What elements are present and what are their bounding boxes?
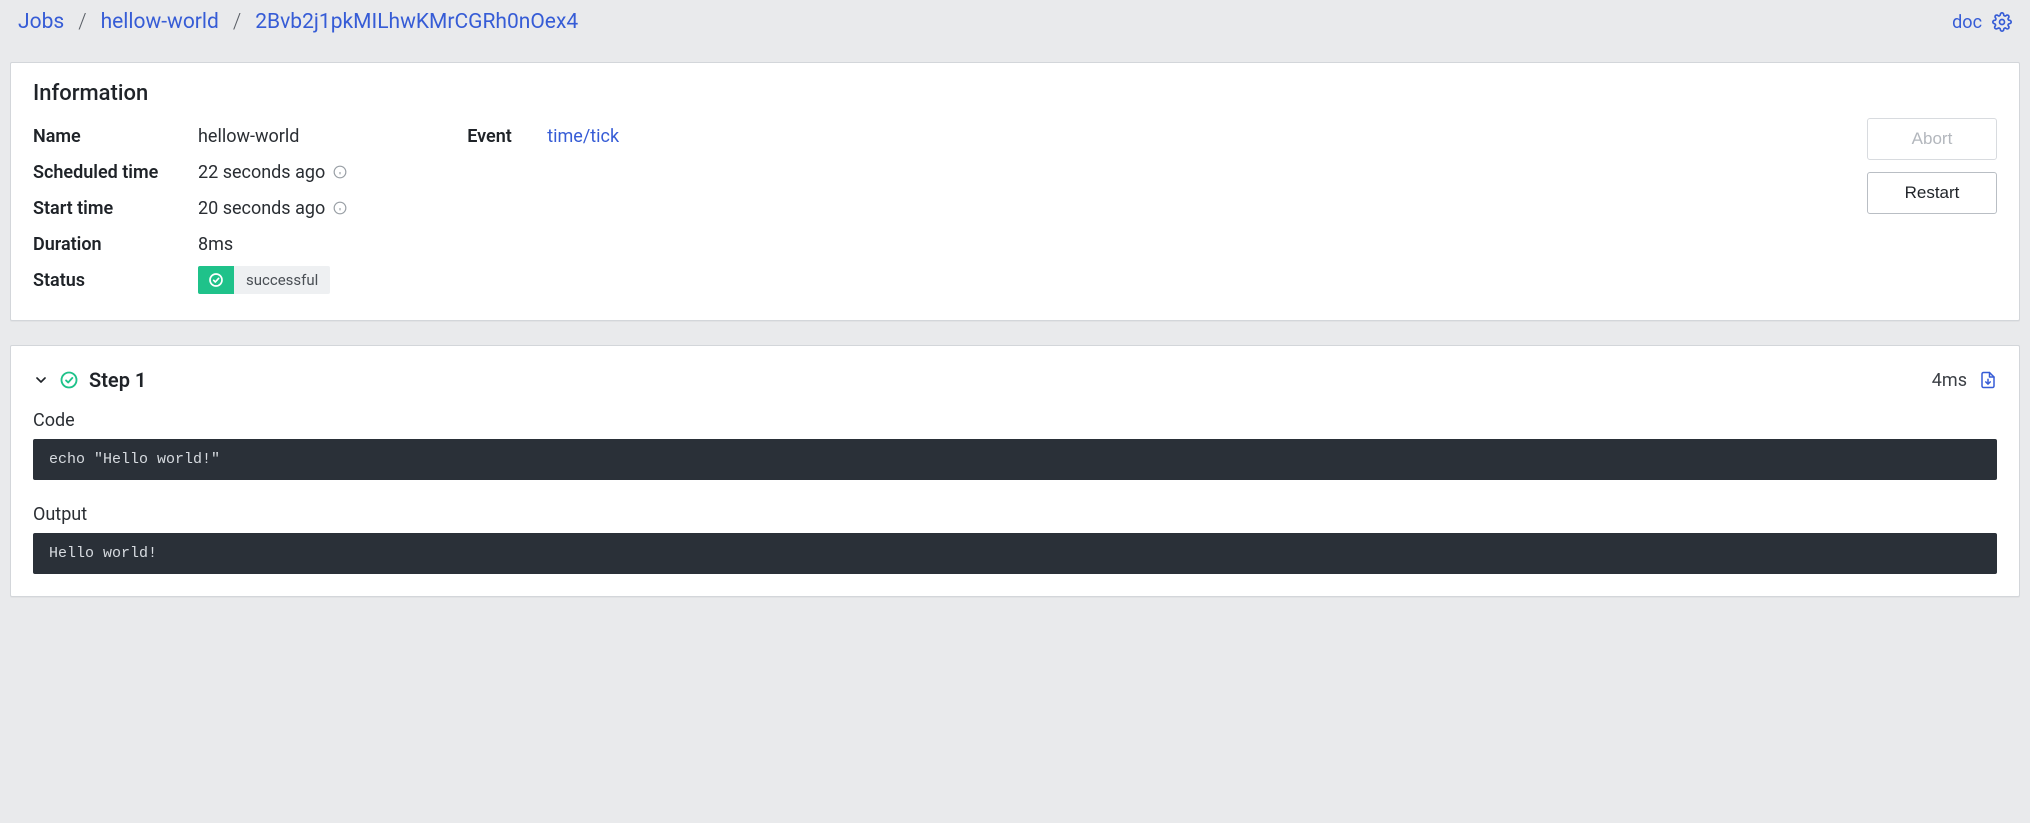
step-title: Step 1 [89, 368, 146, 392]
info-value-name: hellow-world [198, 126, 299, 147]
info-label-event: Event [467, 126, 547, 147]
doc-link[interactable]: doc [1952, 12, 1982, 33]
breadcrumb-job-link[interactable]: hellow-world [101, 10, 219, 34]
information-card: Information Name hellow-world Scheduled … [10, 62, 2020, 321]
info-value-scheduled-time: 22 seconds ago [198, 162, 325, 183]
breadcrumb-jobs-link[interactable]: Jobs [18, 10, 64, 34]
gear-icon [1992, 12, 2012, 32]
breadcrumb-separator: / [233, 10, 241, 34]
code-label: Code [33, 410, 1997, 431]
info-label-status: Status [33, 270, 198, 291]
info-label-duration: Duration [33, 234, 198, 255]
info-label-scheduled-time: Scheduled time [33, 162, 198, 183]
status-badge: successful [198, 266, 330, 294]
download-button[interactable] [1979, 371, 1997, 389]
breadcrumb-run-id[interactable]: 2Bvb2j1pkMILhwKMrCGRh0nOex4 [255, 10, 578, 34]
status-success-icon [198, 266, 234, 294]
code-block: echo "Hello world!" [33, 439, 1997, 480]
output-block: Hello world! [33, 533, 1997, 574]
download-icon [1979, 371, 1997, 389]
restart-button[interactable]: Restart [1867, 172, 1997, 214]
info-label-start-time: Start time [33, 198, 198, 219]
chevron-down-icon[interactable] [33, 372, 49, 388]
info-label-name: Name [33, 126, 198, 147]
abort-button: Abort [1867, 118, 1997, 160]
settings-button[interactable] [1992, 12, 2012, 32]
step-card: Step 1 4ms Code echo "Hello world!" [10, 345, 2020, 597]
info-value-start-time: 20 seconds ago [198, 198, 325, 219]
information-title: Information [33, 81, 1997, 106]
info-icon[interactable] [333, 201, 347, 215]
step-success-icon [59, 370, 79, 390]
info-value-event-link[interactable]: time/tick [547, 126, 619, 147]
info-icon[interactable] [333, 165, 347, 179]
output-label: Output [33, 504, 1997, 525]
breadcrumb: Jobs / hellow-world / 2Bvb2j1pkMILhwKMrC… [18, 10, 578, 34]
info-value-duration: 8ms [198, 234, 233, 255]
status-text: successful [234, 266, 330, 294]
breadcrumb-separator: / [78, 10, 86, 34]
step-duration: 4ms [1932, 370, 1967, 391]
